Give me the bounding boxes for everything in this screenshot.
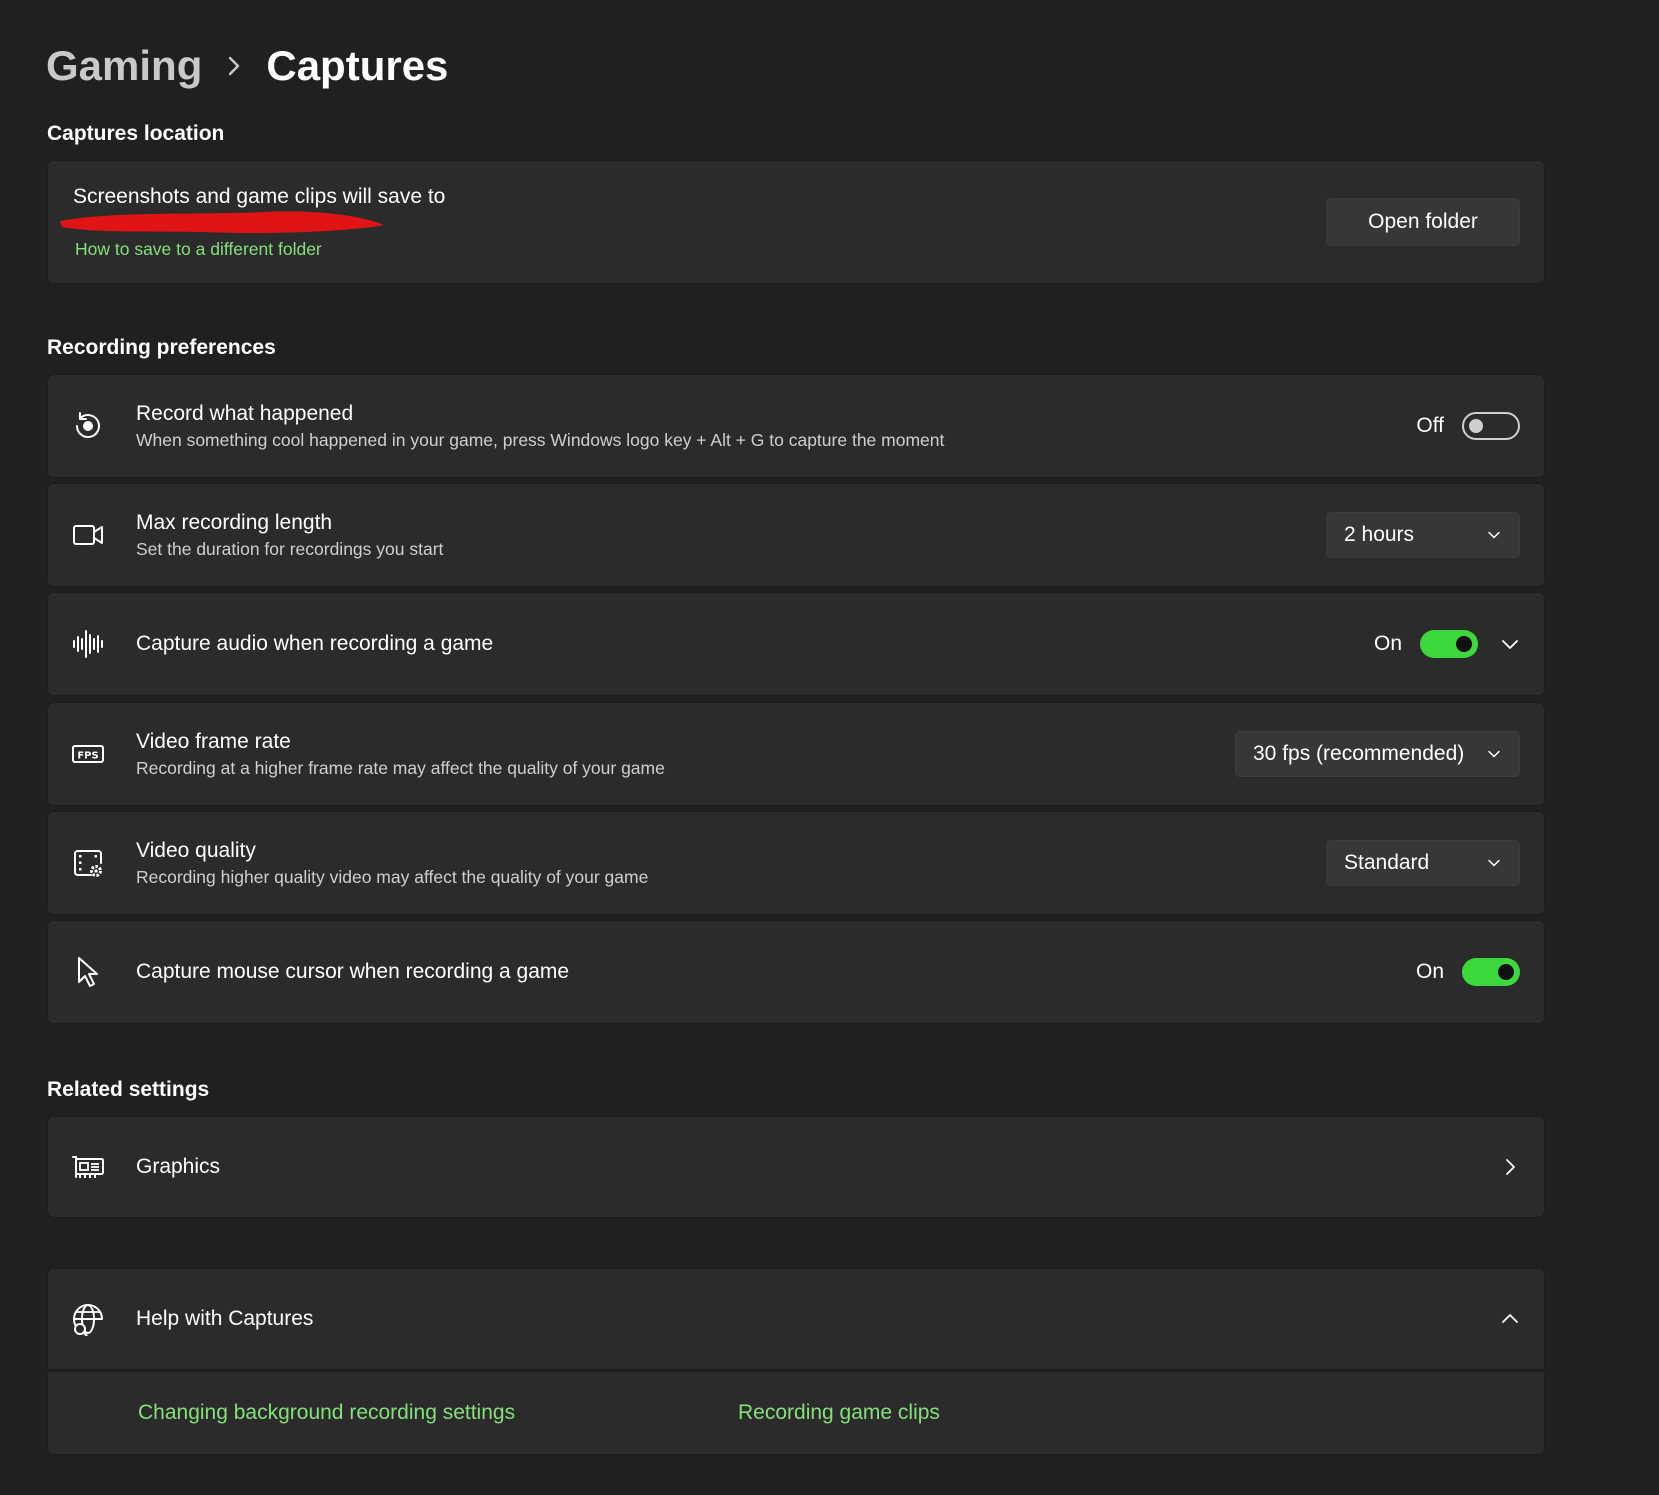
chevron-down-icon[interactable] <box>1500 634 1520 654</box>
max-recording-length-dropdown[interactable]: 2 hours <box>1326 512 1520 558</box>
dropdown-value: 2 hours <box>1344 523 1415 546</box>
chevron-right-icon <box>202 55 266 77</box>
breadcrumb-gaming[interactable]: Gaming <box>46 38 202 94</box>
video-frame-rate-dropdown[interactable]: 30 fps (recommended) <box>1235 731 1520 777</box>
row-title: Video frame rate <box>136 730 291 753</box>
chevron-down-icon <box>1488 859 1500 867</box>
row-subtitle: Recording higher quality video may affec… <box>136 867 649 887</box>
row-subtitle: Set the duration for recordings you star… <box>136 539 444 559</box>
svg-text:FPS: FPS <box>77 751 98 762</box>
section-title-related-settings: Related settings <box>47 1078 210 1101</box>
row-title: Max recording length <box>136 511 333 534</box>
chevron-up-icon[interactable] <box>1500 1309 1520 1329</box>
help-link-recording-game-clips[interactable]: Recording game clips <box>738 1401 940 1425</box>
setting-capture-mouse-cursor: Capture mouse cursor when recording a ga… <box>47 920 1545 1024</box>
section-title-recording-preferences: Recording preferences <box>47 336 276 359</box>
chevron-down-icon <box>1488 750 1500 758</box>
page-title: Captures <box>266 42 449 89</box>
toggle-state-label: On <box>1373 632 1402 655</box>
record-what-happened-toggle[interactable] <box>1462 412 1520 440</box>
video-quality-dropdown[interactable]: Standard <box>1326 840 1520 886</box>
row-subtitle: When something cool happened in your gam… <box>136 430 945 450</box>
related-graphics-link[interactable]: Graphics <box>47 1116 1545 1218</box>
chevron-down-icon <box>1488 531 1500 539</box>
graphics-card-icon <box>70 1149 106 1185</box>
row-subtitle: Recording at a higher frame rate may aff… <box>136 758 665 778</box>
setting-record-what-happened: Record what happened When something cool… <box>47 374 1545 478</box>
capture-mouse-cursor-toggle[interactable] <box>1462 958 1520 986</box>
help-captures-links: Changing background recording settings R… <box>47 1371 1545 1455</box>
mouse-cursor-icon <box>70 954 106 990</box>
row-title: Help with Captures <box>136 1307 314 1330</box>
capture-audio-toggle[interactable] <box>1420 630 1478 658</box>
toggle-state-label: On <box>1415 960 1444 983</box>
setting-video-frame-rate: FPS Video frame rate Recording at a high… <box>47 702 1545 806</box>
section-title-captures-location: Captures location <box>47 122 225 145</box>
dropdown-value: 30 fps (recommended) <box>1253 742 1465 765</box>
video-camera-icon <box>70 517 106 553</box>
chevron-right-icon <box>1500 1157 1520 1177</box>
toggle-state-label: Off <box>1416 414 1444 437</box>
row-title: Capture mouse cursor when recording a ga… <box>136 960 570 983</box>
open-folder-button[interactable]: Open folder <box>1326 198 1520 246</box>
different-folder-link[interactable]: How to save to a different folder <box>75 239 322 260</box>
fps-icon: FPS <box>70 736 106 772</box>
setting-capture-audio[interactable]: Capture audio when recording a game On <box>47 592 1545 696</box>
row-title: Record what happened <box>136 402 354 425</box>
record-history-icon <box>70 408 106 444</box>
row-title: Capture audio when recording a game <box>136 632 494 655</box>
globe-search-icon <box>70 1301 106 1337</box>
row-title: Video quality <box>136 839 256 862</box>
audio-waveform-icon <box>70 626 106 662</box>
setting-max-recording-length: Max recording length Set the duration fo… <box>47 483 1545 587</box>
row-title: Graphics <box>136 1155 221 1178</box>
breadcrumb: Gaming Captures <box>46 38 448 94</box>
save-location-text: Screenshots and game clips will save to <box>73 185 446 208</box>
setting-video-quality: Video quality Recording higher quality v… <box>47 811 1545 915</box>
dropdown-value: Standard <box>1344 851 1430 874</box>
help-link-background-recording[interactable]: Changing background recording settings <box>138 1401 515 1425</box>
redaction-scribble <box>60 211 384 234</box>
video-quality-settings-icon <box>70 845 106 881</box>
help-captures-header[interactable]: Help with Captures <box>47 1268 1545 1370</box>
